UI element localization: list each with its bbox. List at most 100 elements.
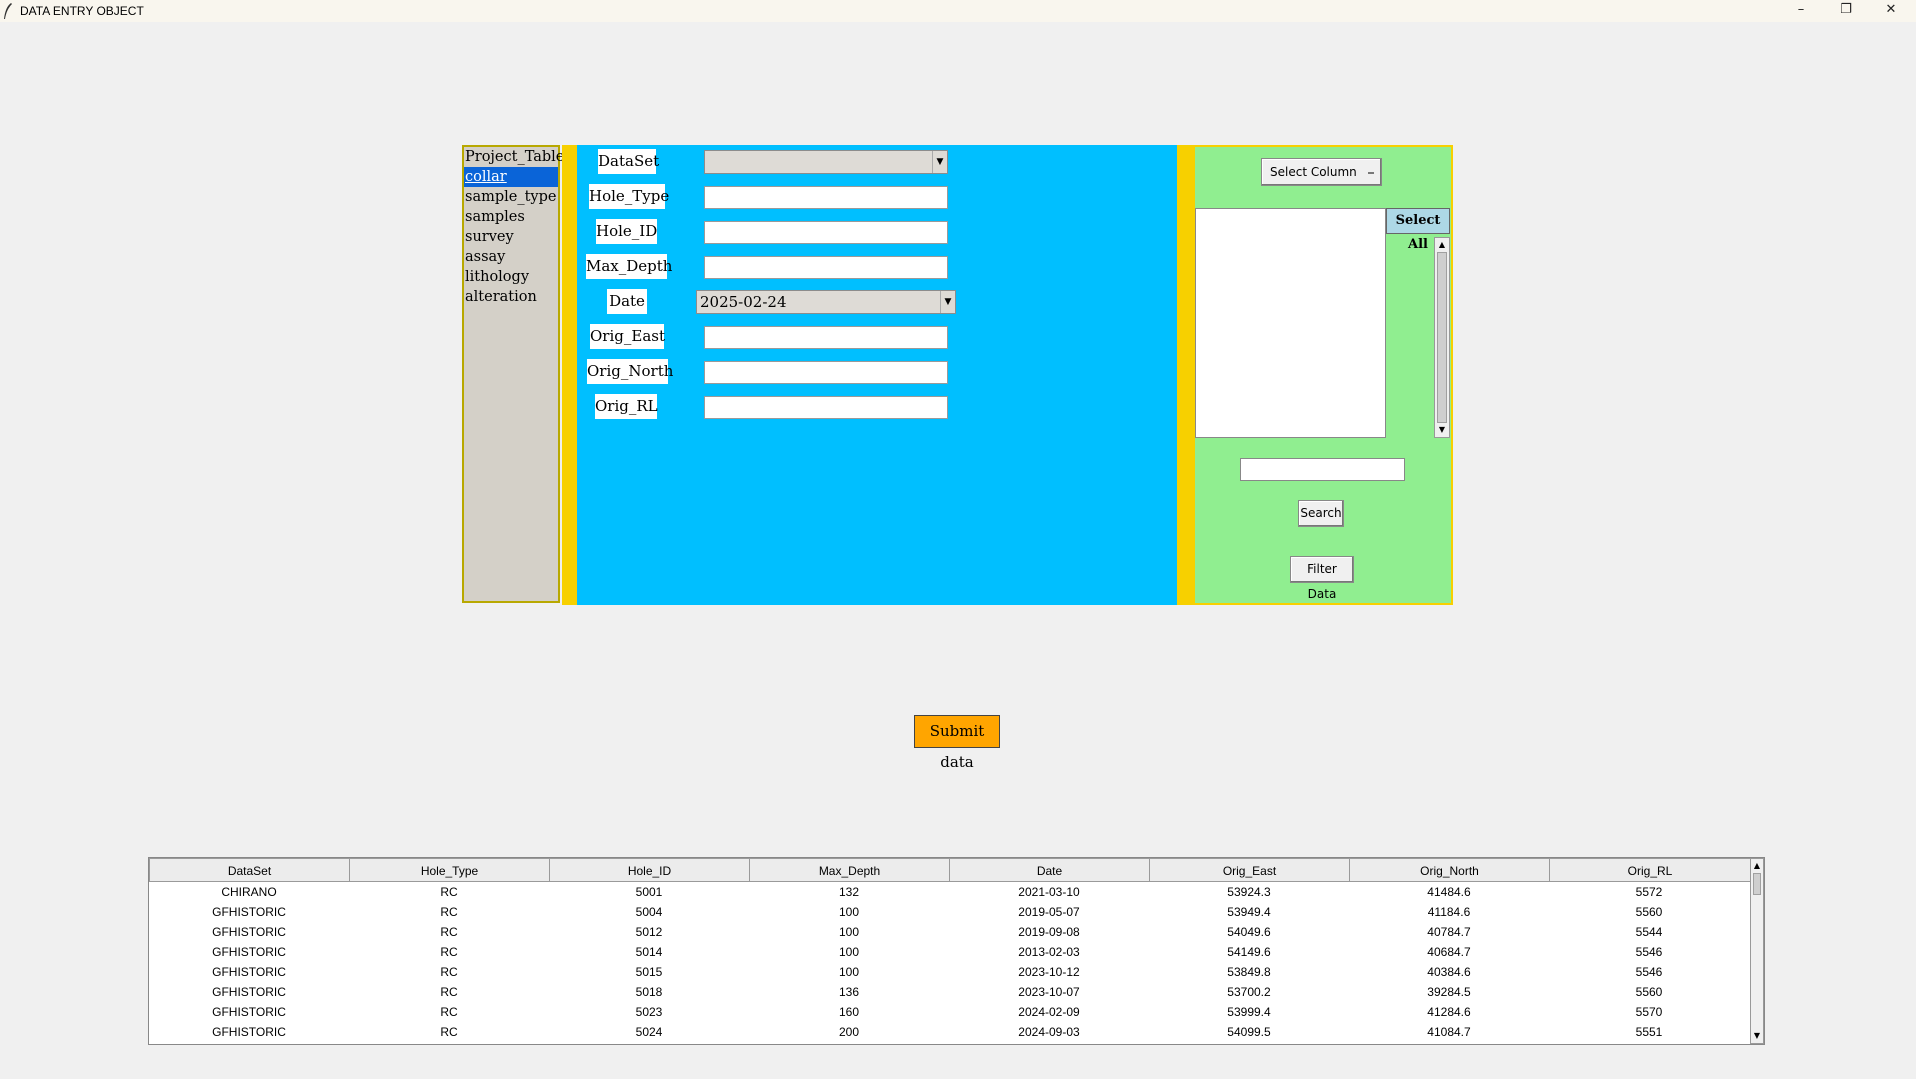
table-cell: GFHISTORIC	[212, 925, 286, 939]
chevron-down-icon[interactable]: ▼	[940, 291, 955, 313]
label-hole-id: Hole_ID	[596, 219, 657, 244]
orig-rl-input[interactable]	[704, 396, 948, 419]
table-row[interactable]: GFHISTORIC RC 5014 100 2013-02-03 54149.6 4068…	[149, 942, 1751, 962]
table-cell: 2019-09-08	[1018, 925, 1080, 939]
filter-data-button[interactable]: Filter Data	[1290, 556, 1354, 601]
list-item-project-table[interactable]: Project_Table	[464, 147, 564, 167]
table-cell: RC	[440, 985, 458, 999]
column-header-max-depth[interactable]: Max_Depth	[749, 858, 950, 882]
table-cell: 2024-09-03	[1018, 1025, 1080, 1039]
select-all-button[interactable]: Select All	[1386, 208, 1450, 252]
search-input[interactable]	[1240, 458, 1405, 481]
table-cell: 40384.6	[1427, 965, 1471, 979]
table-scrollbar[interactable]: ▲ ▼	[1750, 858, 1764, 1044]
table-cell: 100	[838, 905, 860, 919]
table-header: DataSet Hole_Type Hole_ID Max_Depth Date…	[149, 858, 1751, 882]
list-item-lithology[interactable]: lithology	[464, 267, 558, 287]
scroll-down-icon[interactable]: ▼	[1435, 423, 1449, 437]
label-date: Date	[607, 289, 647, 314]
chevron-down-icon[interactable]: ▼	[932, 151, 947, 173]
column-header-hole-type[interactable]: Hole_Type	[349, 858, 550, 882]
table-row[interactable]: GFHISTORIC RC 5012 100 2019-09-08 54049.6 4078…	[149, 922, 1751, 942]
table-cell: 100	[838, 945, 860, 959]
table-cell: 5023	[635, 1005, 663, 1019]
column-header-date[interactable]: Date	[949, 858, 1150, 882]
list-item-collar[interactable]: collar	[464, 167, 558, 187]
list-item-samples[interactable]: samples	[464, 207, 558, 227]
table-cell: 2023-10-12	[1018, 965, 1080, 979]
table-cell: CHIRANO	[221, 885, 277, 899]
label-orig-rl: Orig_RL	[595, 394, 658, 419]
table-cell: 2019-05-07	[1018, 905, 1080, 919]
column-header-hole-id[interactable]: Hole_ID	[549, 858, 750, 882]
label-orig-east: Orig_East	[590, 324, 665, 349]
search-button[interactable]: Search	[1298, 500, 1344, 527]
table-row[interactable]: GFHISTORIC RC 5023 160 2024-02-09 53999.4 4128…	[149, 1002, 1751, 1022]
table-cell: 5014	[635, 945, 663, 959]
list-item-assay[interactable]: assay	[464, 247, 558, 267]
minimize-button[interactable]: –	[1778, 0, 1824, 22]
column-header-orig-east[interactable]: Orig_East	[1149, 858, 1350, 882]
scrollbar-thumb[interactable]	[1753, 873, 1761, 895]
max-depth-input[interactable]	[704, 256, 948, 279]
table-cell: 41184.6	[1427, 905, 1471, 919]
table-cell: 132	[838, 885, 860, 899]
table-cell: 53999.4	[1227, 1005, 1271, 1019]
table-cell: 160	[838, 1005, 860, 1019]
scroll-up-icon[interactable]: ▲	[1751, 859, 1763, 873]
column-list-scrollbar[interactable]: ▲ ▼	[1434, 237, 1450, 438]
table-cell: 5546	[1635, 965, 1663, 979]
date-picker[interactable]: 2025-02-24 ▼	[696, 290, 956, 314]
table-cell: GFHISTORIC	[212, 965, 286, 979]
orig-north-input[interactable]	[704, 361, 948, 384]
scrollbar-thumb[interactable]	[1437, 252, 1447, 423]
table-cell: GFHISTORIC	[212, 1025, 286, 1039]
table-row[interactable]: CHIRANO RC 5001 132 2021-03-10 53924.3 41484.6…	[149, 882, 1751, 902]
select-column-menubutton[interactable]: Select Column ⎯	[1261, 158, 1382, 186]
dataset-combobox[interactable]: ▼	[704, 150, 948, 174]
label-max-depth: Max_Depth	[586, 254, 672, 279]
column-listbox[interactable]	[1195, 208, 1386, 438]
table-cell: RC	[440, 925, 458, 939]
data-table: DataSet Hole_Type Hole_ID Max_Depth Date…	[148, 857, 1765, 1045]
table-row[interactable]: GFHISTORIC RC 5024 200 2024-09-03 54099.5 4108…	[149, 1022, 1751, 1042]
table-cell: 5004	[635, 905, 663, 919]
table-cell: 5560	[1635, 985, 1663, 999]
table-cell: 53924.3	[1227, 885, 1271, 899]
submit-data-button[interactable]: Submit data	[914, 715, 1000, 771]
divider-left	[562, 145, 577, 605]
table-cell: 53849.8	[1227, 965, 1271, 979]
table-cell: 54149.6	[1227, 945, 1271, 959]
list-item-alteration[interactable]: alteration	[464, 287, 558, 307]
restore-button[interactable]: ❐	[1823, 0, 1869, 22]
list-item-survey[interactable]: survey	[464, 227, 558, 247]
table-cell: 54049.6	[1227, 925, 1271, 939]
label-orig-north: Orig_North	[587, 359, 673, 384]
table-cell: 100	[838, 965, 860, 979]
label-dataset: DataSet	[598, 149, 659, 174]
scroll-down-icon[interactable]: ▼	[1751, 1029, 1763, 1043]
hole-id-input[interactable]	[704, 221, 948, 244]
table-cell: 53700.2	[1227, 985, 1271, 999]
feather-icon	[4, 3, 12, 19]
column-header-dataset[interactable]: DataSet	[149, 858, 350, 882]
label-hole-type: Hole_Type	[589, 184, 669, 209]
table-cell: 2013-02-03	[1018, 945, 1080, 959]
scroll-up-icon[interactable]: ▲	[1435, 238, 1449, 252]
list-item-sample-type[interactable]: sample_type	[464, 187, 558, 207]
table-cell: GFHISTORIC	[212, 1005, 286, 1019]
menu-indicator-icon: ⎯	[1367, 165, 1374, 179]
table-cell: RC	[440, 885, 458, 899]
table-row[interactable]: GFHISTORIC RC 5015 100 2023-10-12 53849.8 4038…	[149, 962, 1751, 982]
column-header-orig-rl[interactable]: Orig_RL	[1549, 858, 1751, 882]
table-cell: GFHISTORIC	[212, 905, 286, 919]
table-cell: RC	[440, 965, 458, 979]
column-header-orig-north[interactable]: Orig_North	[1349, 858, 1550, 882]
table-listbox[interactable]: Project_Table collar sample_type samples…	[462, 145, 564, 603]
table-row[interactable]: GFHISTORIC RC 5018 136 2023-10-07 53700.2 3928…	[149, 982, 1751, 1002]
orig-east-input[interactable]	[704, 326, 948, 349]
hole-type-input[interactable]	[704, 186, 948, 209]
table-row[interactable]: GFHISTORIC RC 5004 100 2019-05-07 53949.4 4118…	[149, 902, 1751, 922]
table-cell: 5572	[1635, 885, 1663, 899]
close-button[interactable]: ✕	[1868, 0, 1914, 22]
